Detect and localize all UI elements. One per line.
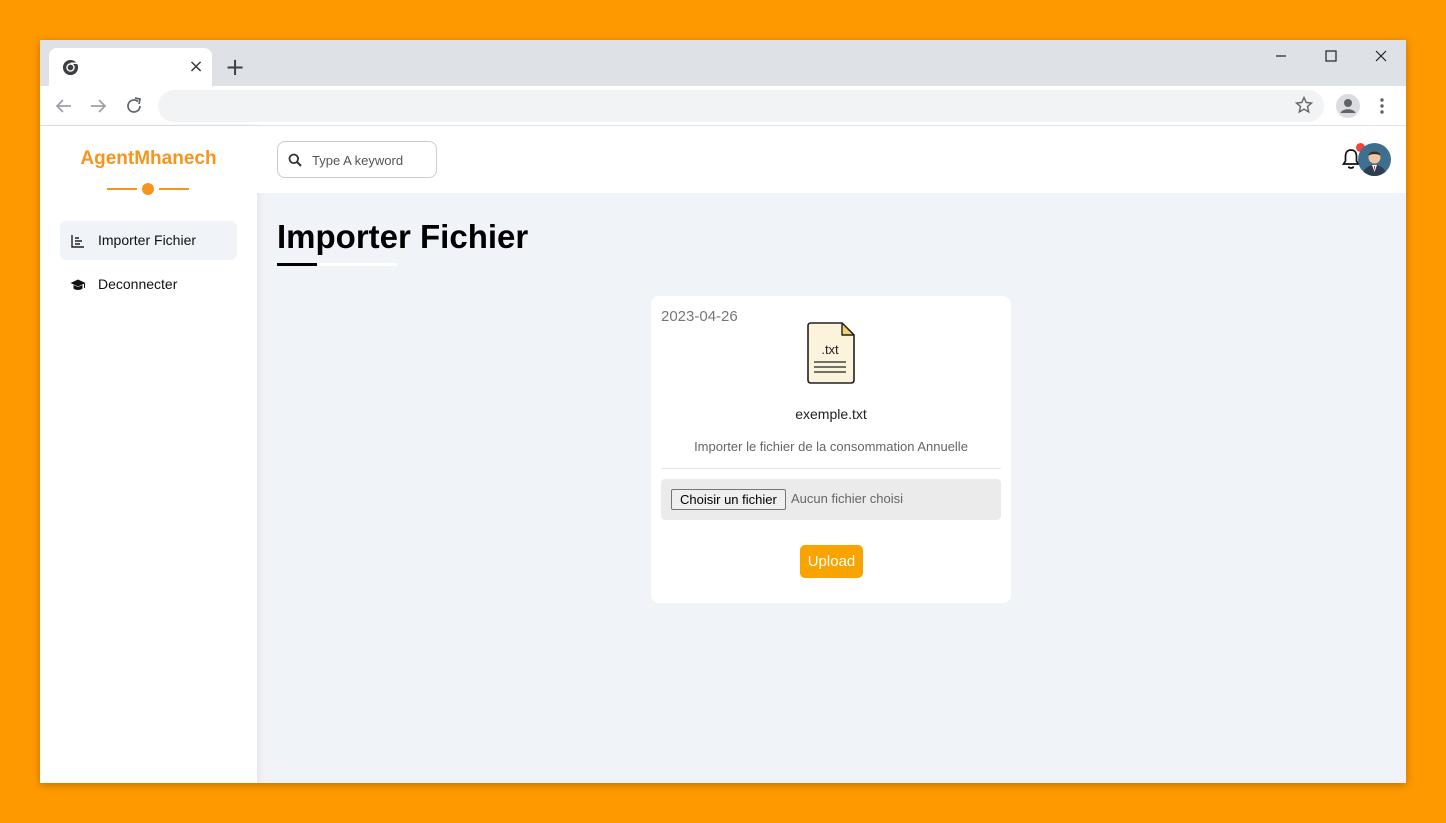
- page-title: Importer Fichier: [277, 218, 529, 255]
- brand-logo[interactable]: AgentMhanech: [40, 148, 257, 170]
- browser-window: × + AgentMhanech Importer Fichier Deconn…: [40, 40, 1406, 783]
- back-arrow-icon[interactable]: [53, 95, 75, 117]
- no-file-status: Aucun fichier choisi: [791, 491, 903, 506]
- bookmark-star-icon[interactable]: [1295, 96, 1313, 114]
- search-box: [277, 141, 437, 178]
- card-date: 2023-04-26: [661, 308, 738, 325]
- search-input[interactable]: [312, 150, 430, 170]
- divider: [661, 468, 1001, 469]
- title-underline: [277, 263, 397, 266]
- file-description: Importer le fichier de la consommation A…: [694, 439, 968, 454]
- address-bar[interactable]: [158, 90, 1324, 122]
- tab-strip: × +: [40, 40, 1406, 86]
- tab-close-icon[interactable]: ×: [187, 58, 205, 76]
- search-icon: [288, 153, 302, 167]
- choose-file-button[interactable]: Choisir un fichier: [671, 489, 786, 510]
- avatar[interactable]: [1358, 143, 1391, 176]
- sidebar-item-label: Deconnecter: [98, 276, 178, 292]
- browser-tab[interactable]: ×: [49, 48, 212, 86]
- chart-bars-icon: [71, 235, 84, 248]
- txt-file-icon: .txt: [807, 322, 855, 384]
- minimize-icon[interactable]: [1266, 46, 1296, 68]
- new-tab-icon[interactable]: +: [224, 55, 246, 79]
- sidebar-item-label: Importer Fichier: [98, 232, 197, 248]
- chrome-icon: [62, 59, 79, 76]
- reload-icon[interactable]: [123, 95, 145, 117]
- sidebar: AgentMhanech Importer Fichier Deconnecte…: [40, 126, 257, 783]
- forward-arrow-icon[interactable]: [87, 95, 109, 117]
- sidebar-item-importer-fichier[interactable]: Importer Fichier: [60, 221, 237, 260]
- maximize-icon[interactable]: [1316, 46, 1346, 68]
- profile-icon[interactable]: [1336, 94, 1360, 118]
- sidebar-item-deconnecter[interactable]: Deconnecter: [60, 265, 237, 304]
- more-menu-icon[interactable]: [1374, 95, 1390, 117]
- upload-button[interactable]: Upload: [800, 545, 863, 578]
- graduation-cap-icon: [70, 279, 86, 290]
- upload-card: 2023-04-26 .txt exemple.txt Importer le …: [651, 296, 1011, 603]
- window-close-icon[interactable]: [1366, 46, 1396, 68]
- app-header: [257, 126, 1406, 193]
- file-icon-label: .txt: [821, 342, 839, 357]
- file-name: exemple.txt: [795, 406, 867, 422]
- browser-toolbar: [40, 86, 1406, 126]
- file-input: Choisir un fichier Aucun fichier choisi: [661, 479, 1001, 520]
- app-content: AgentMhanech Importer Fichier Deconnecte…: [40, 126, 1406, 783]
- brand-ornament: [107, 182, 189, 196]
